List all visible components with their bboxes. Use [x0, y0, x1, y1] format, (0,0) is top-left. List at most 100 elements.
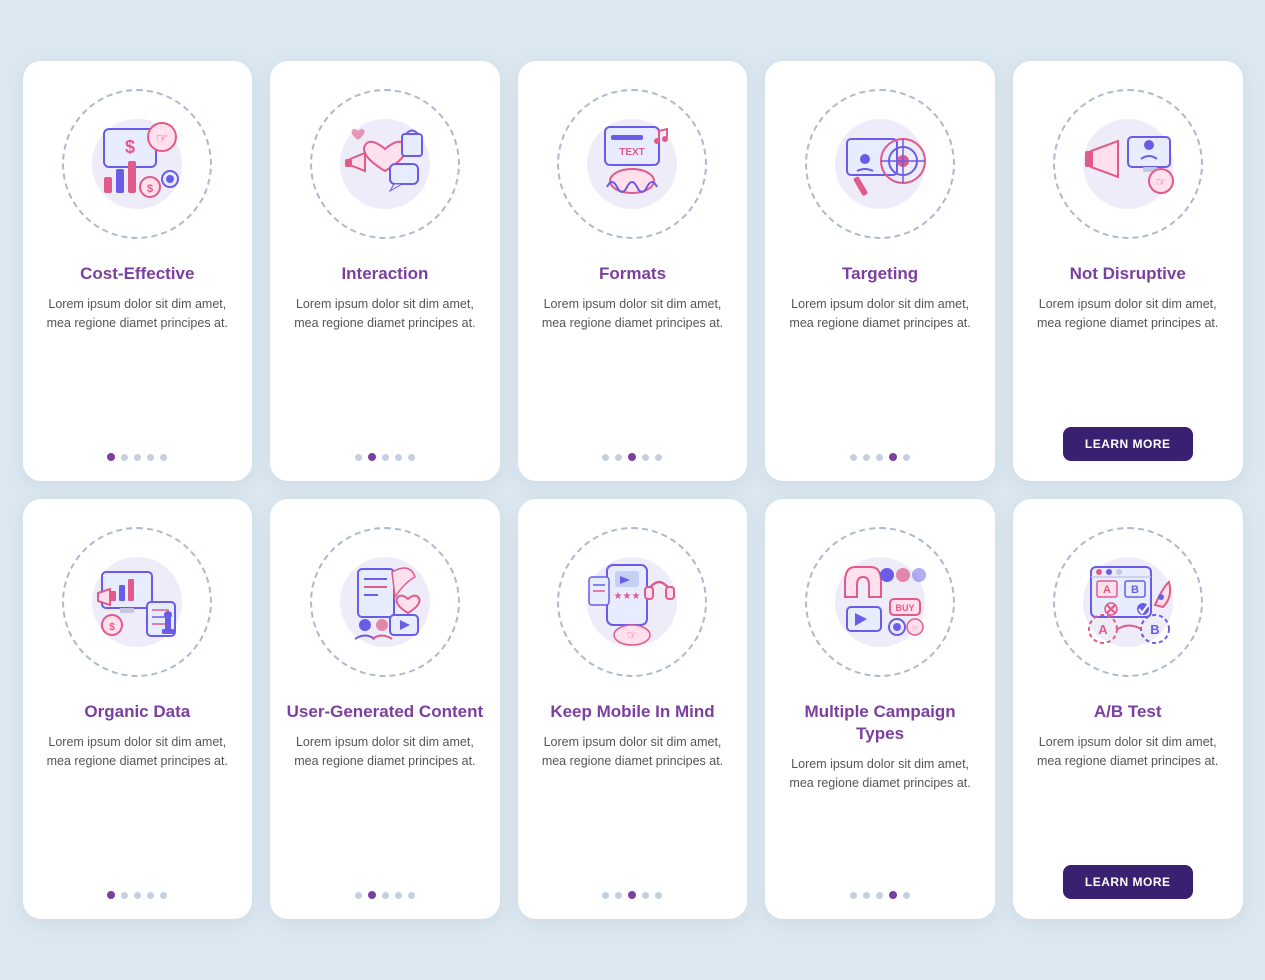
- dot-3: [134, 892, 141, 899]
- dot-3: [628, 453, 636, 461]
- card-user-generated-content: User-Generated Content Lorem ipsum dolor…: [270, 499, 500, 919]
- svg-text:BUY: BUY: [896, 603, 915, 613]
- card-grid: $ ☞ $ Cost-Effective Lorem ips: [23, 61, 1243, 919]
- card-keep-mobile-in-mind: ★★★ ☞ Keep Mobile In Mind Lorem ipsum do…: [518, 499, 748, 919]
- dot-2: [615, 892, 622, 899]
- dot-2: [863, 892, 870, 899]
- dot-1: [107, 453, 115, 461]
- dot-4: [889, 453, 897, 461]
- pagination-dots: [850, 891, 910, 899]
- illustration-campaigns: BUY ☞: [795, 517, 965, 687]
- illustration-targeting: [795, 79, 965, 249]
- svg-text:$: $: [110, 622, 116, 633]
- card-interaction: Interaction Lorem ipsum dolor sit dim am…: [270, 61, 500, 481]
- illustration-interaction: [300, 79, 470, 249]
- card-desc: Lorem ipsum dolor sit dim amet, mea regi…: [1029, 733, 1227, 851]
- dot-3: [382, 892, 389, 899]
- card-desc: Lorem ipsum dolor sit dim amet, mea regi…: [39, 733, 237, 877]
- dot-5: [903, 454, 910, 461]
- dot-4: [395, 454, 402, 461]
- svg-text:☞: ☞: [912, 624, 919, 633]
- illustration-formats: TEXT: [547, 79, 717, 249]
- card-title: Not Disruptive: [1070, 263, 1186, 285]
- dot-5: [160, 454, 167, 461]
- dot-5: [408, 892, 415, 899]
- card-desc: Lorem ipsum dolor sit dim amet, mea regi…: [781, 755, 979, 877]
- learn-more-button-2[interactable]: LEARN MORE: [1063, 865, 1193, 899]
- illustration-ugc: [300, 517, 470, 687]
- svg-text:TEXT: TEXT: [620, 147, 646, 158]
- pagination-dots: [355, 891, 415, 899]
- dot-2: [121, 454, 128, 461]
- dot-4: [147, 454, 154, 461]
- pagination-dots: [850, 453, 910, 461]
- illustration-ab-test: A B A: [1043, 517, 1213, 687]
- dot-4: [642, 892, 649, 899]
- card-title: A/B Test: [1094, 701, 1162, 723]
- dot-1: [355, 892, 362, 899]
- dot-1: [602, 892, 609, 899]
- dot-5: [655, 454, 662, 461]
- dot-3: [134, 454, 141, 461]
- card-title: Organic Data: [84, 701, 190, 723]
- svg-text:B: B: [1150, 622, 1159, 637]
- dot-5: [655, 892, 662, 899]
- svg-text:A: A: [1098, 622, 1108, 637]
- svg-text:☞: ☞: [627, 628, 638, 642]
- pagination-dots: [107, 453, 167, 461]
- pagination-dots: [107, 891, 167, 899]
- card-desc: Lorem ipsum dolor sit dim amet, mea regi…: [286, 733, 484, 877]
- card-organic-data: $ Organic Data Lorem ipsum dolor sit dim…: [23, 499, 253, 919]
- card-title: Formats: [599, 263, 666, 285]
- dot-3: [382, 454, 389, 461]
- dot-4: [147, 892, 154, 899]
- illustration-cost-effective: $ ☞ $: [52, 79, 222, 249]
- svg-text:★★★: ★★★: [614, 591, 641, 602]
- pagination-dots: [602, 891, 662, 899]
- dot-3: [876, 892, 883, 899]
- dot-3: [876, 454, 883, 461]
- dot-2: [863, 454, 870, 461]
- dot-1: [602, 454, 609, 461]
- dot-4: [395, 892, 402, 899]
- card-ab-test: A B A: [1013, 499, 1243, 919]
- learn-more-button[interactable]: LEARN MORE: [1063, 427, 1193, 461]
- dot-2: [615, 454, 622, 461]
- dot-2: [121, 892, 128, 899]
- dot-4: [642, 454, 649, 461]
- card-multiple-campaign-types: BUY ☞ Multiple Campaign Types Lorem ipsu…: [765, 499, 995, 919]
- card-title: User-Generated Content: [287, 701, 483, 723]
- illustration-not-disruptive: ☞: [1043, 79, 1213, 249]
- card-cost-effective: $ ☞ $ Cost-Effective Lorem ips: [23, 61, 253, 481]
- dot-1: [850, 454, 857, 461]
- svg-text:☞: ☞: [156, 130, 169, 146]
- dot-5: [160, 892, 167, 899]
- card-title: Targeting: [842, 263, 918, 285]
- card-desc: Lorem ipsum dolor sit dim amet, mea regi…: [781, 295, 979, 439]
- card-title: Cost-Effective: [80, 263, 194, 285]
- card-title: Keep Mobile In Mind: [550, 701, 714, 723]
- svg-text:$: $: [147, 183, 153, 195]
- card-not-disruptive: ☞ Not Disruptive Lorem ipsum dolor sit d…: [1013, 61, 1243, 481]
- dot-1: [107, 891, 115, 899]
- pagination-dots: [602, 453, 662, 461]
- dot-2: [368, 891, 376, 899]
- pagination-dots: [355, 453, 415, 461]
- card-targeting: Targeting Lorem ipsum dolor sit dim amet…: [765, 61, 995, 481]
- card-title: Multiple Campaign Types: [781, 701, 979, 745]
- svg-text:A: A: [1103, 584, 1111, 596]
- card-desc: Lorem ipsum dolor sit dim amet, mea regi…: [286, 295, 484, 439]
- card-title: Interaction: [341, 263, 428, 285]
- card-desc: Lorem ipsum dolor sit dim amet, mea regi…: [1029, 295, 1227, 413]
- card-desc: Lorem ipsum dolor sit dim amet, mea regi…: [39, 295, 237, 439]
- dot-1: [355, 454, 362, 461]
- dot-3: [628, 891, 636, 899]
- dot-1: [850, 892, 857, 899]
- svg-text:☞: ☞: [1155, 175, 1166, 189]
- dot-5: [903, 892, 910, 899]
- dot-5: [408, 454, 415, 461]
- svg-text:B: B: [1131, 584, 1139, 596]
- dot-2: [368, 453, 376, 461]
- card-desc: Lorem ipsum dolor sit dim amet, mea regi…: [534, 733, 732, 877]
- illustration-mobile: ★★★ ☞: [547, 517, 717, 687]
